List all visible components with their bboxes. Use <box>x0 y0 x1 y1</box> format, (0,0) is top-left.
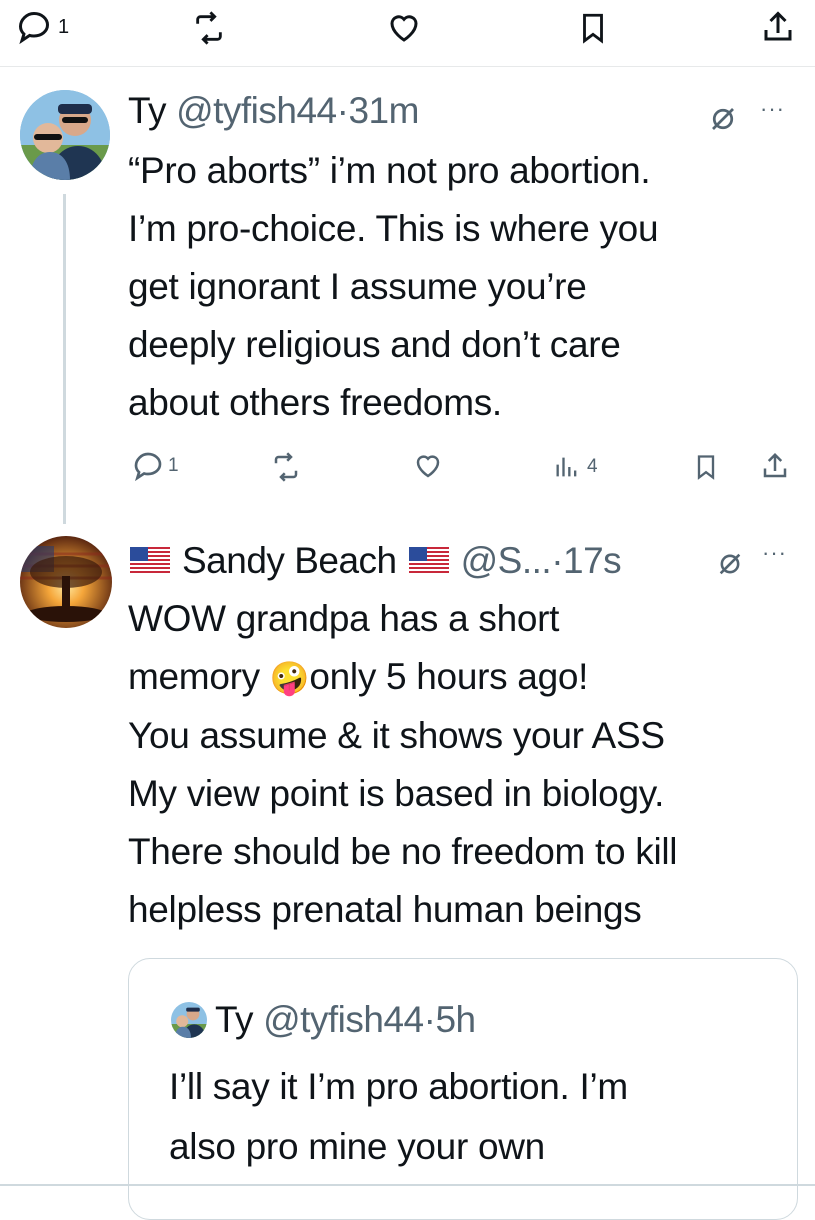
separator: · <box>423 999 436 1040</box>
reply-count: 1 <box>168 455 179 476</box>
thread-line <box>63 194 66 524</box>
like-button[interactable] <box>412 451 444 481</box>
tweet-line: You assume & it shows your ASS <box>128 715 665 756</box>
avatar-photo <box>20 536 112 628</box>
tweet-line: WOW grandpa has a short <box>128 598 560 639</box>
share-icon <box>764 11 792 41</box>
tweet-line: also pro mine your own <box>169 1126 545 1167</box>
separator: · <box>551 540 564 581</box>
bottom-divider <box>0 1184 815 1186</box>
timestamp[interactable]: 31m <box>348 90 419 132</box>
grok-icon <box>712 108 734 130</box>
quoted-tweet-header: Ty @tyfish44 · 5h <box>171 999 476 1041</box>
avatar-photo <box>171 1002 207 1038</box>
tweet-line: I’ll say it I’m pro abortion. I’m <box>169 1066 628 1107</box>
tweet-line: get ignorant I assume you’re <box>128 266 587 307</box>
handle[interactable]: @S... <box>461 540 552 582</box>
quoted-tweet-text: I’ll say it I’m pro abortion. I’m also p… <box>169 1057 628 1177</box>
avatar-photo <box>20 90 110 180</box>
retweet-icon <box>274 452 298 482</box>
tweet-line: helpless prenatal human beings <box>128 889 642 930</box>
tweet-line: I’m pro-choice. This is where you <box>128 208 659 249</box>
handle[interactable]: @tyfish44 <box>176 90 337 132</box>
views-icon <box>556 457 577 477</box>
tweet-line: There should be no freedom to kill <box>128 831 678 872</box>
tweet-line: about others freedoms. <box>128 382 502 423</box>
handle[interactable]: @tyfish44 <box>263 999 424 1041</box>
display-name[interactable]: Sandy Beach <box>182 540 397 582</box>
us-flag-icon <box>408 540 449 573</box>
previous-tweet-actions: 1 <box>0 0 815 67</box>
quoted-tweet[interactable]: Ty @tyfish44 · 5h I’ll say it I’m pro ab… <box>128 958 798 1220</box>
reply-icon <box>134 452 162 482</box>
display-name[interactable]: Ty <box>215 999 254 1041</box>
grok-button[interactable] <box>716 550 744 583</box>
tweet-line: memory 🤪only 5 hours ago! <box>128 648 677 707</box>
timestamp[interactable]: 17s <box>563 540 622 582</box>
views-button[interactable]: 4 <box>553 452 598 482</box>
us-flag-icon <box>130 540 170 573</box>
reply-icon <box>18 11 50 45</box>
tweet-line-part: memory <box>128 656 260 697</box>
quoted-avatar <box>171 1002 207 1038</box>
reply-button[interactable]: 1 <box>132 450 179 482</box>
zany-face-emoji: 🤪 <box>269 660 310 696</box>
like-button[interactable] <box>385 10 423 46</box>
tweet-line: deeply religious and don’t care <box>128 324 621 365</box>
bookmark-icon <box>583 13 603 44</box>
separator: · <box>336 90 349 131</box>
tweet-line-part: only 5 hours ago! <box>309 656 589 697</box>
share-icon <box>763 452 787 478</box>
more-icon[interactable]: ··· <box>760 96 785 122</box>
avatar[interactable] <box>20 536 112 628</box>
more-icon[interactable]: ··· <box>762 540 787 566</box>
timestamp[interactable]: 5h <box>435 999 476 1041</box>
reply-count: 1 <box>58 15 70 38</box>
reply-button[interactable]: 1 <box>16 9 69 45</box>
tweet-text: “Pro aborts” i’m not pro abortion. I’m p… <box>128 142 659 432</box>
tweet-header: Ty @tyfish44 · 31m <box>128 90 419 132</box>
avatar[interactable] <box>20 90 110 180</box>
tweet-line: My view point is based in biology. <box>128 773 665 814</box>
grok-icon <box>719 553 741 575</box>
grok-button[interactable] <box>708 104 738 139</box>
display-name[interactable]: Ty <box>128 90 167 132</box>
retweet-button[interactable] <box>270 452 302 482</box>
tweet-header: Sandy Beach @S... · 17s <box>130 540 622 582</box>
like-icon <box>390 15 418 42</box>
tweet-line: “Pro aborts” i’m not pro abortion. <box>128 150 651 191</box>
like-icon <box>416 455 440 478</box>
retweet-button[interactable] <box>190 11 228 45</box>
views-count: 4 <box>587 456 598 477</box>
bookmark-button[interactable] <box>692 452 720 482</box>
tweet-ty[interactable]: Ty @tyfish44 · 31m ··· “Pro aborts” i’m … <box>0 66 815 536</box>
bookmark-icon <box>697 455 715 480</box>
share-button[interactable] <box>760 8 796 46</box>
tweet-text: WOW grandpa has a short memory 🤪only 5 h… <box>128 590 678 939</box>
share-button[interactable] <box>760 450 790 482</box>
retweet-icon <box>196 11 222 45</box>
bookmark-button[interactable] <box>576 9 610 47</box>
